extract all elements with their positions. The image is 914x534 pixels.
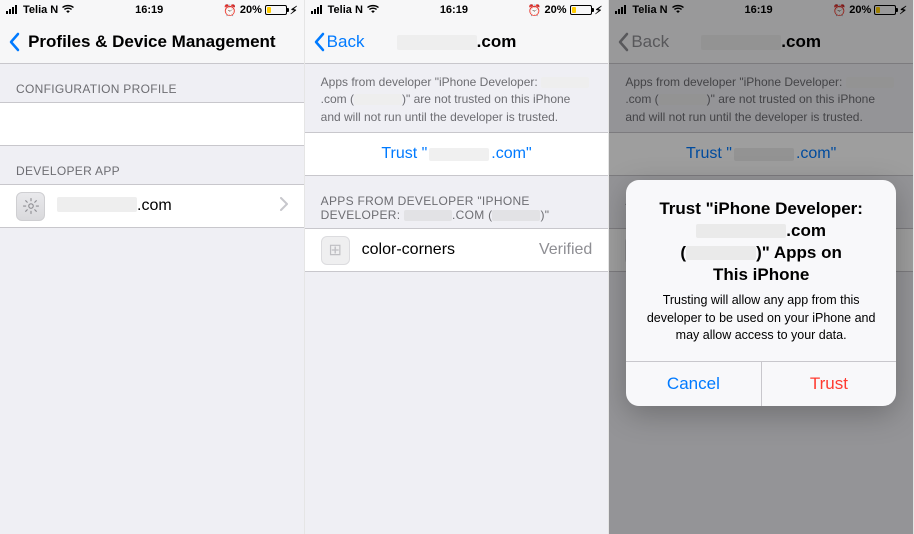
- nav-bar: Back .com: [305, 20, 609, 64]
- chevron-left-icon: [313, 32, 325, 52]
- battery-pct: 20%: [240, 4, 262, 16]
- alert-message: Trusting will allow any app from this de…: [642, 292, 880, 345]
- alert-buttons: Cancel Trust: [626, 361, 896, 406]
- alarm-icon: ⏰: [223, 4, 237, 17]
- charging-icon: ⚡︎: [290, 4, 298, 17]
- trust-alert: Trust "iPhone Developer: .com ()" Apps o…: [626, 180, 896, 406]
- trust-developer-button[interactable]: Trust ".com": [305, 132, 609, 176]
- status-left: Telia N: [6, 4, 75, 17]
- redacted-text: [404, 210, 452, 221]
- redacted-text: [429, 148, 489, 161]
- charging-icon: ⚡︎: [595, 4, 603, 17]
- status-bar: Telia N 16:19 ⏰ 20% ⚡︎: [305, 0, 609, 20]
- wifi-icon: [61, 4, 75, 17]
- redacted-text: [492, 210, 540, 221]
- developer-app-label: .com: [57, 197, 172, 215]
- battery-icon: [570, 5, 592, 15]
- app-row[interactable]: ⊞ color-corners Verified: [305, 228, 609, 272]
- status-time: 16:19: [135, 4, 163, 16]
- back-button[interactable]: [8, 32, 22, 52]
- status-right: ⏰ 20% ⚡︎: [223, 4, 297, 17]
- page-title: Profiles & Device Management: [0, 32, 304, 52]
- app-status: Verified: [539, 241, 592, 259]
- alert-body: Trust "iPhone Developer: .com ()" Apps o…: [626, 180, 896, 361]
- gear-icon: [16, 192, 45, 221]
- config-profile-row[interactable]: [0, 102, 304, 146]
- back-button[interactable]: Back: [313, 32, 365, 52]
- redacted-text: [57, 197, 137, 212]
- battery-pct: 20%: [545, 4, 567, 16]
- redacted-text: [354, 94, 402, 105]
- redacted-text: [696, 224, 786, 238]
- back-label: Back: [327, 32, 365, 52]
- redacted-text: [541, 77, 589, 88]
- signal-icon: [311, 4, 325, 17]
- alarm-icon: ⏰: [528, 4, 542, 17]
- wifi-icon: [366, 4, 380, 17]
- signal-icon: [6, 4, 20, 17]
- section-header-config: CONFIGURATION PROFILE: [0, 64, 304, 102]
- app-icon: ⊞: [321, 236, 350, 265]
- app-name: color-corners: [362, 241, 455, 259]
- redacted-text: [397, 35, 477, 50]
- nav-bar: Profiles & Device Management: [0, 20, 304, 64]
- redacted-text: [686, 246, 756, 260]
- screen-developer-detail: Telia N 16:19 ⏰ 20% ⚡︎ Back .com Apps fr…: [305, 0, 610, 534]
- alert-title: Trust "iPhone Developer: .com ()" Apps o…: [642, 198, 880, 286]
- screen-trust-alert: Telia N 16:19 ⏰ 20% ⚡︎ Back .com Apps fr…: [609, 0, 914, 534]
- cancel-button[interactable]: Cancel: [626, 362, 762, 406]
- trust-button[interactable]: Trust: [762, 362, 897, 406]
- status-time: 16:19: [440, 4, 468, 16]
- carrier-label: Telia N: [328, 4, 363, 16]
- not-trusted-text: Apps from developer "iPhone Developer: .…: [305, 64, 609, 132]
- carrier-label: Telia N: [23, 4, 58, 16]
- developer-app-row[interactable]: .com: [0, 184, 304, 228]
- chevron-left-icon: [8, 32, 20, 52]
- status-bar: Telia N 16:19 ⏰ 20% ⚡︎: [0, 0, 304, 20]
- battery-icon: [265, 5, 287, 15]
- section-header-devapp: DEVELOPER APP: [0, 146, 304, 184]
- screen-profiles: Telia N 16:19 ⏰ 20% ⚡︎ Profiles & Device…: [0, 0, 305, 534]
- apps-section-header: APPS FROM DEVELOPER "IPHONE DEVELOPER: .…: [305, 176, 609, 228]
- chevron-right-icon: [280, 197, 288, 216]
